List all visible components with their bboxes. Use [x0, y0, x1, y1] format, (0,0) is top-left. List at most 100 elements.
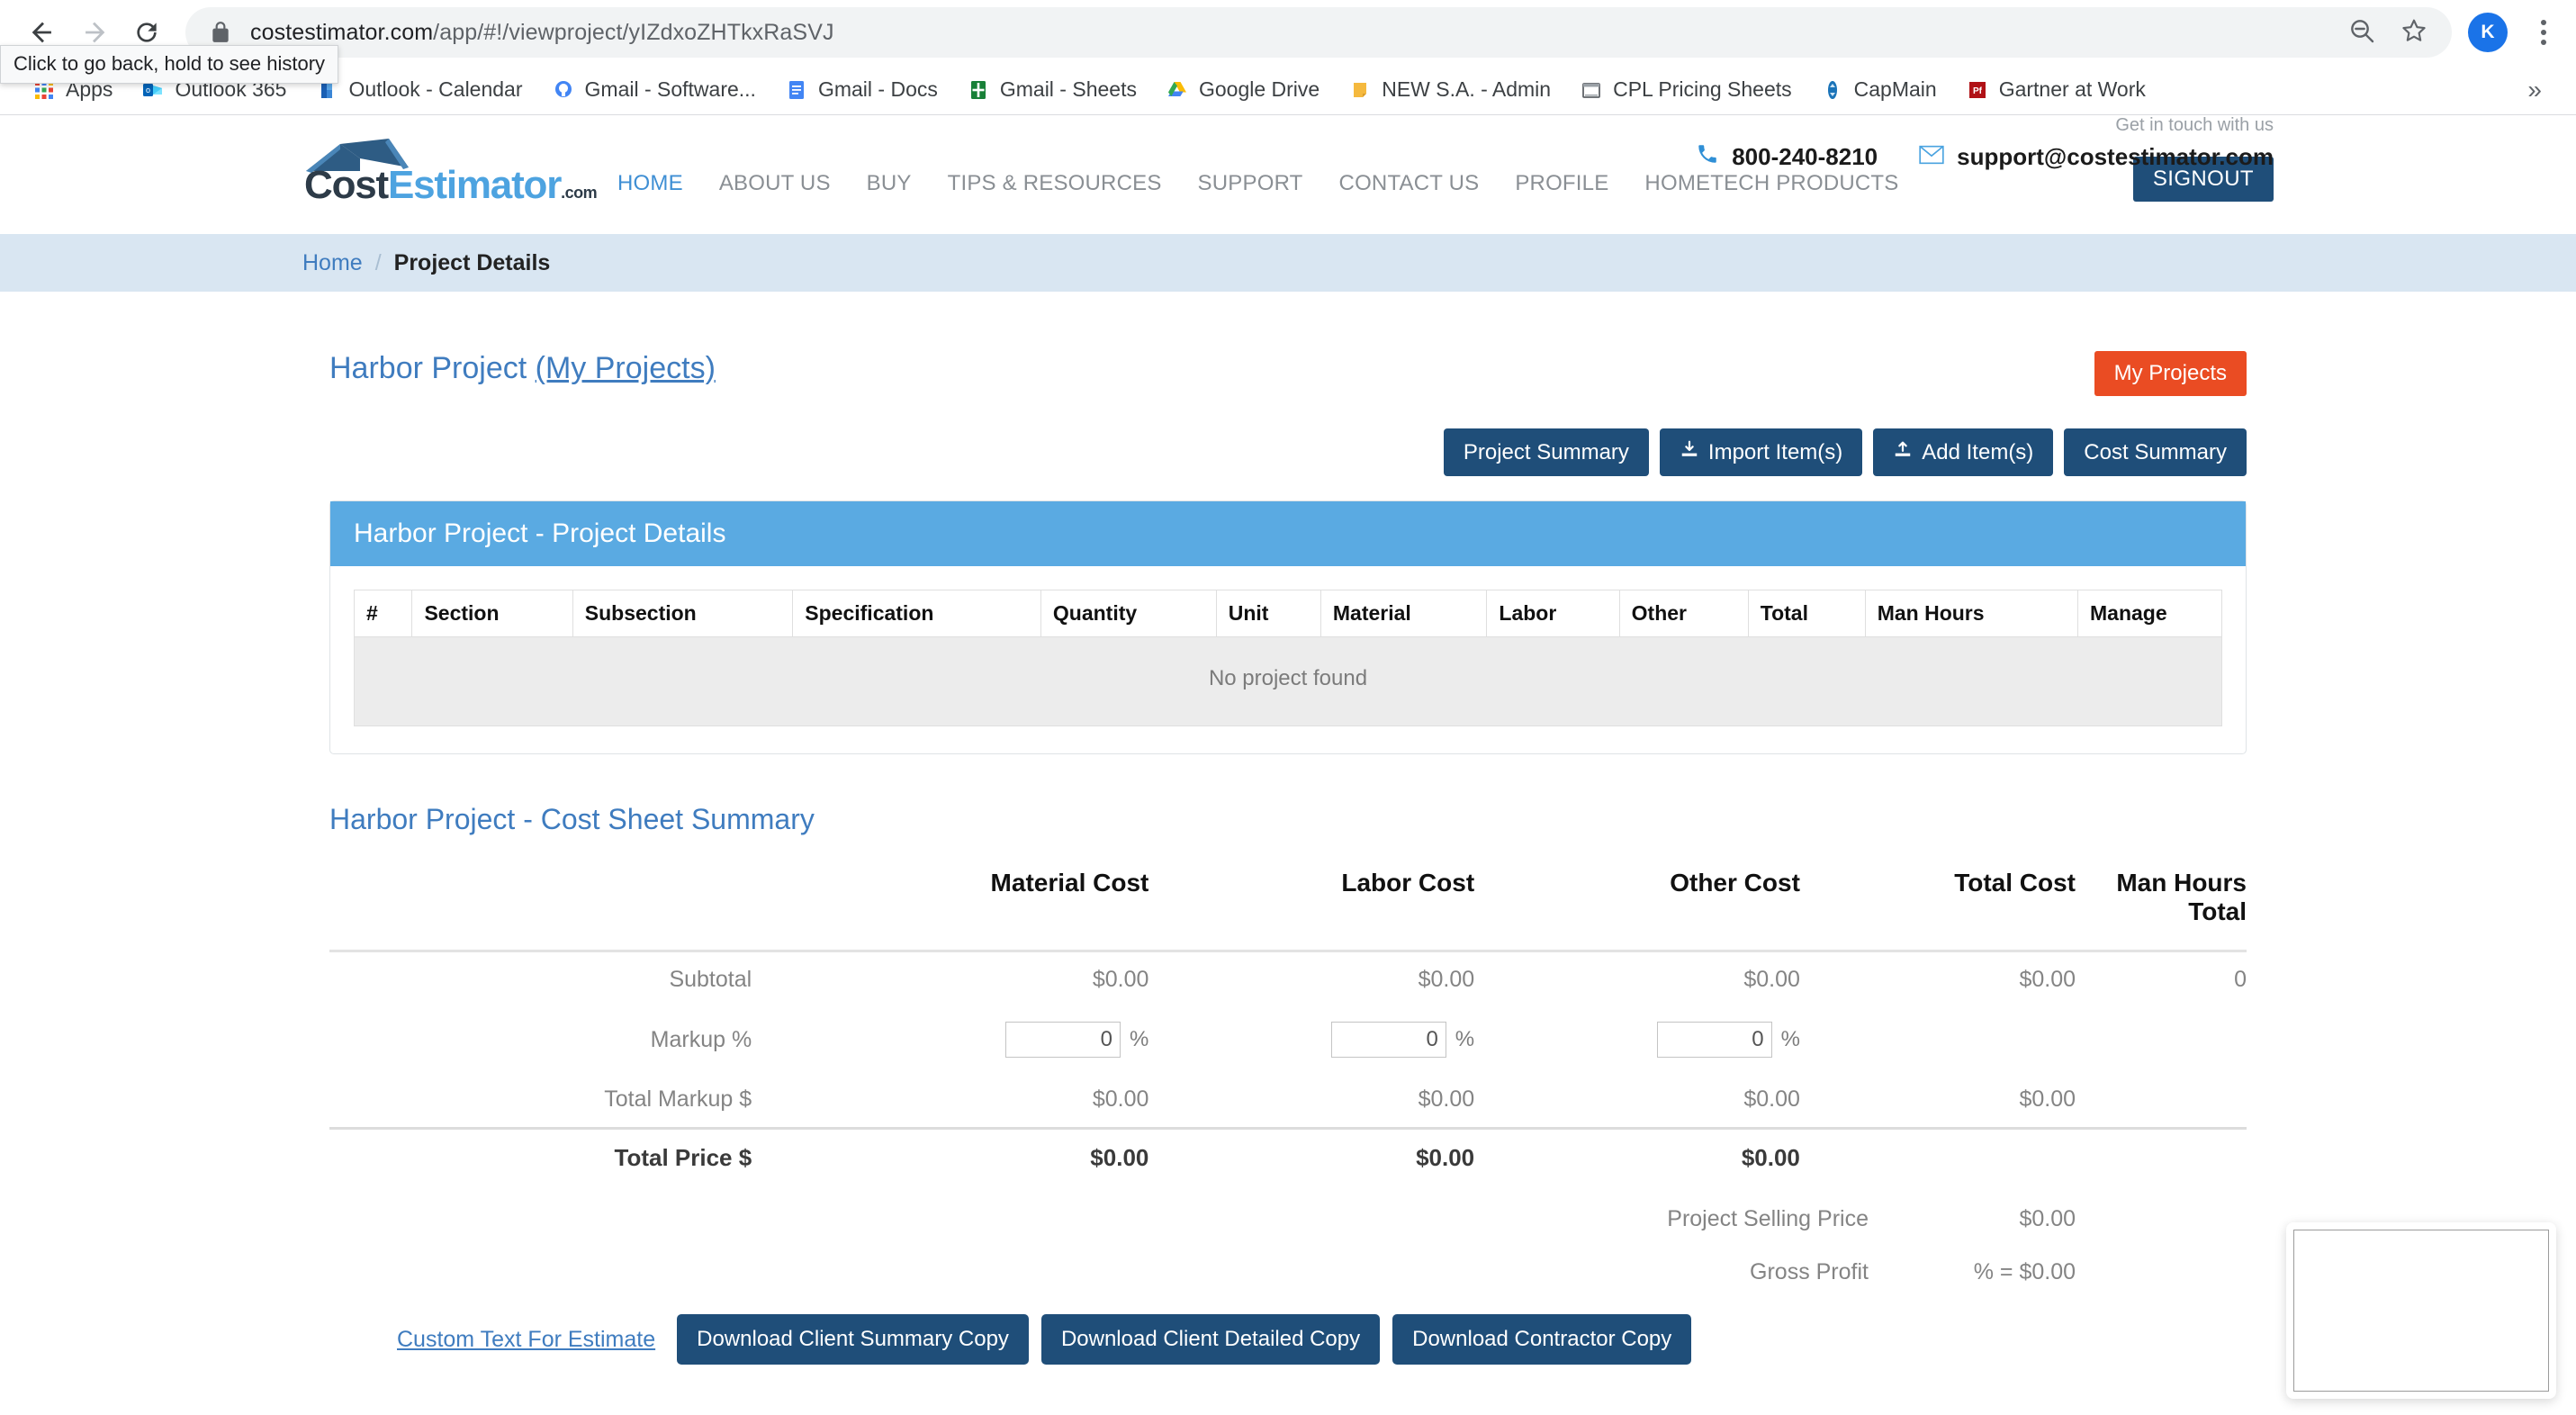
summary-col-man-hours-total: Man Hours Total [2076, 869, 2247, 951]
nav-item-hometech-products[interactable]: HOMETECH PRODUCTS [1626, 171, 1916, 196]
back-button-tooltip: Click to go back, hold to see history [0, 45, 339, 84]
total-price-total-blank [1799, 1127, 2076, 1186]
nav-item-contact-us[interactable]: CONTACT US [1321, 171, 1498, 196]
my-projects-link[interactable]: (My Projects) [536, 351, 716, 385]
bookmark-cpl-pricing-sheets[interactable]: CPL Pricing Sheets [1565, 70, 1806, 110]
markup-other-input[interactable] [1656, 1022, 1772, 1058]
bookmark-label: Gmail - Sheets [999, 77, 1137, 101]
col-man-hours: Man Hours [1864, 590, 2079, 637]
add-items-button[interactable]: Add Item(s) [1873, 428, 2054, 476]
subtotal-man-hours: 0 [2076, 950, 2247, 1007]
total-markup-label: Total Markup $ [604, 1086, 752, 1112]
phone-number[interactable]: 800-240-8210 [1732, 143, 1878, 171]
subtotal-material: $0.00 [789, 950, 1149, 1007]
nav-item-support[interactable]: SUPPORT [1180, 171, 1321, 196]
markup-material-input[interactable] [1005, 1022, 1121, 1058]
subtotal-labor: $0.00 [1148, 950, 1475, 1007]
get-in-touch-label: Get in touch with us [2115, 115, 2274, 135]
nav-item-home[interactable]: HOME [599, 171, 701, 196]
bookmark-label: Gmail - Software... [584, 77, 756, 101]
zoom-out-icon[interactable] [2347, 16, 2376, 50]
col-labor: Labor [1486, 590, 1620, 637]
bookmark-gmail-software[interactable]: Gmail - Software... [537, 70, 770, 110]
download-client-summary-button[interactable]: Download Client Summary Copy [677, 1314, 1029, 1365]
markup-other-percent: % [1780, 1027, 1800, 1051]
markup-material-percent: % [1130, 1027, 1149, 1051]
download-contractor-button[interactable]: Download Contractor Copy [1392, 1314, 1692, 1365]
selling-price-label: Project Selling Price [1667, 1206, 1869, 1231]
bookmark-label: Gmail - Docs [817, 77, 938, 101]
bookmark-star-icon[interactable] [2400, 16, 2428, 50]
nav-item-profile[interactable]: PROFILE [1497, 171, 1626, 196]
bookmark-google-drive[interactable]: Google Drive [1151, 70, 1334, 110]
col-total: Total [1747, 590, 1866, 637]
col-unit: Unit [1215, 590, 1321, 637]
bookmark-gartner-at-work[interactable]: Pf Gartner at Work [1951, 70, 2160, 110]
costestimator-logo[interactable]: CostEstimator.com [302, 139, 598, 205]
import-items-button[interactable]: Import Item(s) [1659, 428, 1863, 476]
logo-part2: Estimator [387, 163, 562, 207]
project-name: Harbor Project [329, 351, 527, 385]
browser-chrome: costestimator.com/app/#!/viewproject/yIZ… [0, 0, 2576, 115]
cost-summary-button[interactable]: Cost Summary [2064, 428, 2247, 476]
import-items-label: Import Item(s) [1707, 439, 1843, 464]
bookmark-capmain[interactable]: CapMain [1806, 70, 1951, 110]
bookmark-gmail-sheets[interactable]: Gmail - Sheets [952, 70, 1151, 110]
total-markup-material: $0.00 [1092, 1086, 1149, 1112]
avatar[interactable]: K [2468, 13, 2508, 52]
col-section: Section [411, 590, 573, 637]
nav-item-about-us[interactable]: ABOUT US [701, 171, 849, 196]
total-markup-total: $0.00 [2019, 1086, 2076, 1112]
project-details-heading: Harbor Project - Project Details [330, 501, 2246, 566]
nav-item-tips-resources[interactable]: TIPS & RESOURCES [930, 171, 1180, 196]
chrome-menu-icon[interactable] [2527, 20, 2560, 45]
download-icon [1680, 439, 1699, 465]
google-sheets-icon [967, 78, 990, 102]
gmail-software-icon [552, 78, 575, 102]
summary-header-row: Material Cost Labor Cost Other Cost Tota… [329, 869, 2247, 951]
bookmarks-overflow-button[interactable]: » [2511, 76, 2558, 104]
floating-widget-inner [2293, 1230, 2549, 1392]
logo-part1: Cost [304, 163, 389, 207]
keep-note-icon [1348, 78, 1372, 102]
markup-labor-input[interactable] [1330, 1022, 1446, 1058]
empty-message: No project found [354, 636, 2222, 726]
total-price-other: $0.00 [1474, 1127, 1800, 1186]
url-text: costestimator.com/app/#!/viewproject/yIZ… [250, 20, 834, 46]
bookmark-label: NEW S.A. - Admin [1382, 77, 1552, 101]
bottom-action-row: Custom Text For Estimate Download Client… [302, 1285, 2274, 1365]
nav-item-buy[interactable]: BUY [849, 171, 930, 196]
table-header-row: # Section Subsection Specification Quant… [353, 590, 2222, 637]
folder-icon [1580, 78, 1603, 102]
bookmark-new-sa-admin[interactable]: NEW S.A. - Admin [1334, 70, 1565, 110]
download-client-detailed-button[interactable]: Download Client Detailed Copy [1040, 1314, 1381, 1365]
logo-wordmark: CostEstimator.com [304, 163, 598, 207]
google-docs-icon [785, 78, 808, 102]
markup-label: Markup % [650, 1026, 752, 1052]
summary-col-other-cost: Other Cost [1670, 869, 1800, 897]
my-projects-button[interactable]: My Projects [2094, 351, 2247, 396]
breadcrumb-divider: / [374, 249, 382, 275]
email-address[interactable]: support@costestimator.com [1957, 143, 2274, 171]
address-bar[interactable]: costestimator.com/app/#!/viewproject/yIZ… [185, 7, 2452, 58]
total-markup-labor: $0.00 [1418, 1086, 1475, 1112]
breadcrumb-current: Project Details [393, 249, 551, 275]
gross-profit-value: % = $0.00 [1973, 1259, 2076, 1284]
breadcrumb-home[interactable]: Home [302, 250, 363, 276]
total-markup-other: $0.00 [1743, 1086, 1800, 1112]
cost-summary-heading: Harbor Project - Cost Sheet Summary [329, 803, 815, 835]
contact-block: Get in touch with us 800-240-8210 suppor… [1696, 115, 2274, 172]
avatar-initial: K [2481, 22, 2495, 42]
summary-row-total-price: Total Price $ $0.00 $0.00 $0.00 [329, 1127, 2247, 1186]
google-drive-icon [1166, 78, 1189, 102]
floating-widget-panel[interactable] [2286, 1222, 2556, 1399]
gartner-icon: Pf [1966, 78, 1989, 102]
bookmark-label: CapMain [1853, 77, 1937, 101]
bookmark-label: CPL Pricing Sheets [1613, 77, 1792, 101]
browser-toolbar: costestimator.com/app/#!/viewproject/yIZ… [0, 0, 2576, 65]
man-hours-line1: Man Hours [2116, 869, 2247, 897]
bookmark-gmail-docs[interactable]: Gmail - Docs [770, 70, 952, 110]
project-details-panel: Harbor Project - Project Details # Secti… [329, 500, 2247, 754]
custom-text-for-estimate-link[interactable]: Custom Text For Estimate [397, 1327, 655, 1353]
project-summary-button[interactable]: Project Summary [1443, 428, 1649, 476]
